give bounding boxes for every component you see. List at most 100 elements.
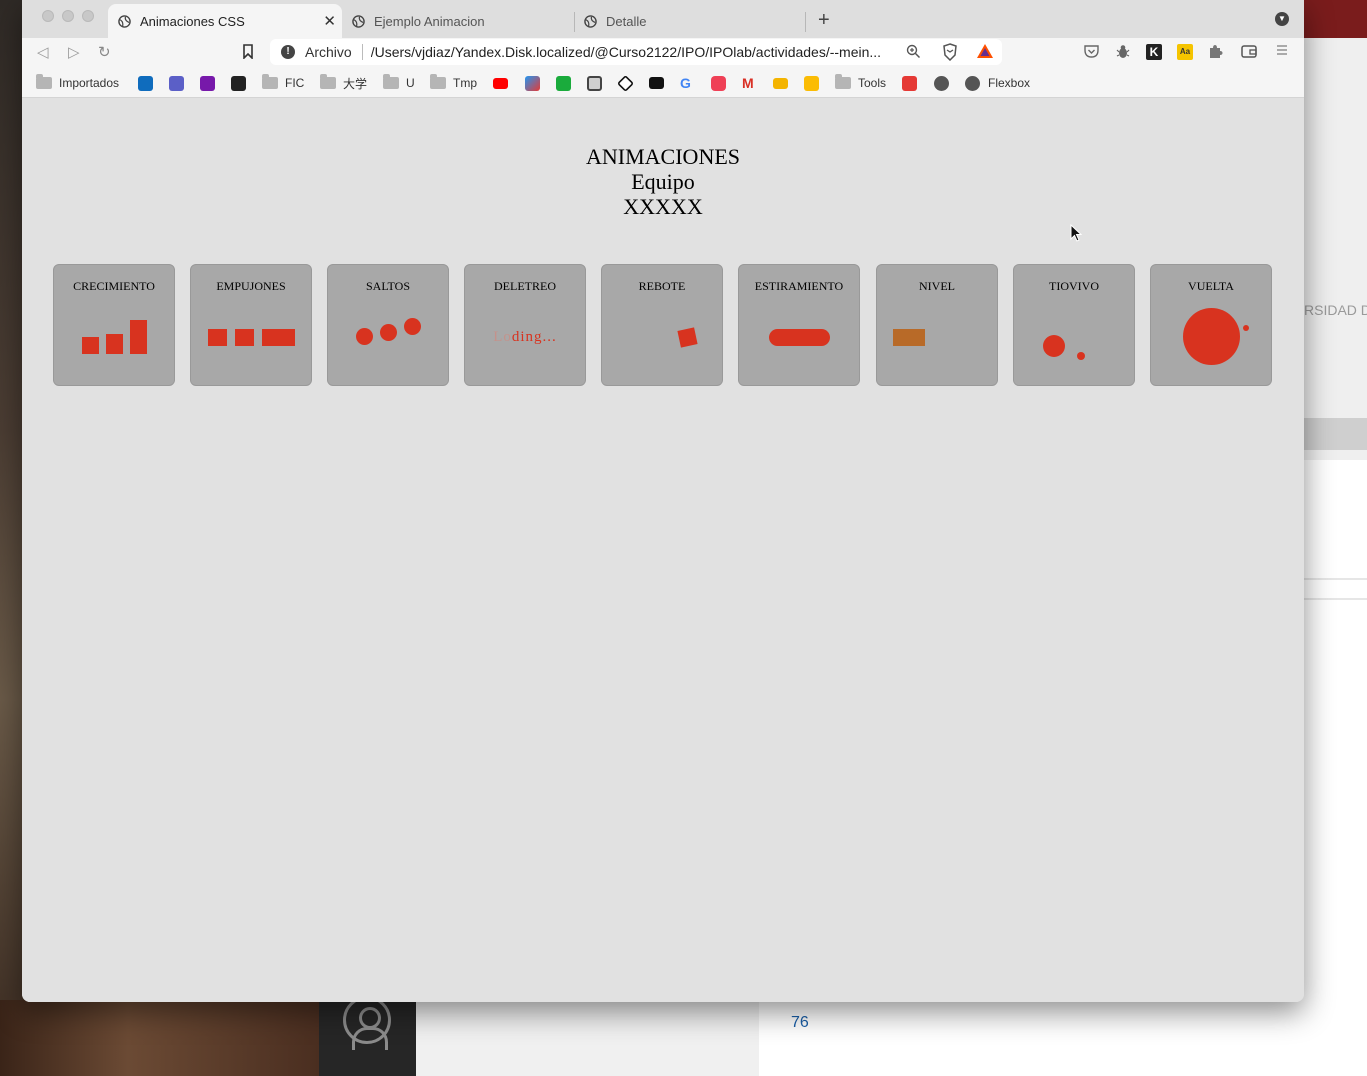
divider — [1304, 578, 1367, 580]
bug-icon[interactable] — [1116, 44, 1130, 59]
brave-shield-icon[interactable] — [942, 43, 958, 61]
title-line: XXXXX — [623, 194, 703, 219]
wallet-icon[interactable] — [1241, 44, 1257, 58]
close-tab-icon[interactable]: ✕ — [323, 12, 336, 30]
dictionary-extension-icon[interactable]: Aa — [1177, 44, 1193, 60]
card-label: VUELTA — [1188, 279, 1234, 293]
folder-icon — [835, 74, 851, 89]
bookmark-folder-u[interactable]: U — [383, 74, 415, 91]
url-text[interactable]: /Users/vjdiaz/Yandex.Disk.localized/@Cur… — [371, 44, 895, 60]
bookmark-site[interactable] — [649, 75, 664, 91]
title-line: Equipo — [631, 169, 695, 194]
pocket-icon — [711, 75, 726, 91]
bookmark-folder-tools[interactable]: Tools — [835, 74, 887, 91]
bookmark-folder-daxue[interactable]: 大学 — [320, 74, 367, 91]
bookmark-label: FIC — [285, 76, 305, 90]
bookmark-site[interactable] — [525, 75, 540, 91]
orbit-moon — [1243, 325, 1249, 331]
jump-ball — [356, 328, 373, 345]
loading-text: Loding... — [465, 329, 585, 346]
card-label: SALTOS — [365, 279, 411, 293]
folder-icon — [320, 74, 336, 89]
card-label: ESTIRAMIENTO — [754, 279, 844, 293]
card-label: CRECIMIENTO — [73, 279, 155, 293]
bookmark-google[interactable]: G — [680, 75, 691, 91]
tab-list-icon[interactable]: ▼ — [1275, 12, 1289, 26]
bookmark-label: Tools — [858, 76, 887, 90]
bookmark-label: Flexbox — [988, 76, 1031, 90]
app-icon — [525, 75, 540, 91]
bookmark-codepen[interactable] — [617, 74, 634, 92]
bookmark-folder-importados[interactable]: Importados — [36, 74, 119, 91]
new-tab-icon[interactable]: + — [818, 9, 830, 32]
page-title: ANIMACIONES Equipo XXXXX — [22, 144, 1304, 219]
background-panel — [416, 1000, 759, 1076]
bookmark-outlook[interactable] — [138, 75, 153, 91]
bookmark-site[interactable] — [587, 75, 602, 91]
bookmark-label: U — [406, 76, 415, 90]
arrow-left-icon[interactable]: ◁ — [37, 43, 49, 61]
app-icon — [902, 75, 917, 91]
minimize-window-button[interactable] — [62, 10, 74, 22]
bookmark-flexbox[interactable]: Flexbox — [965, 75, 1030, 91]
page-content: ANIMACIONES Equipo XXXXX CRECIMIENTO EMP… — [22, 99, 1304, 1002]
tab-detalle[interactable]: Detalle — [574, 4, 806, 38]
card-label: NIVEL — [919, 279, 955, 293]
bookmark-teams[interactable] — [169, 75, 184, 91]
tab-ejemplo-animacion[interactable]: Ejemplo Animacion — [342, 4, 574, 38]
card-vuelta: VUELTA — [1150, 264, 1272, 386]
bookmark-pocket[interactable] — [711, 75, 726, 91]
k-extension-icon[interactable]: K — [1146, 44, 1162, 60]
onenote-icon — [200, 75, 215, 91]
card-crecimiento: CRECIMIENTO — [53, 264, 175, 386]
background-window-top — [1304, 0, 1367, 460]
address-bar[interactable]: ! Archivo /Users/vjdiaz/Yandex.Disk.loca… — [270, 39, 1002, 65]
bookmark-folder-fic[interactable]: FIC — [262, 74, 305, 91]
globe-icon — [934, 75, 949, 91]
tab-animaciones-css[interactable]: Animaciones CSS ✕ — [108, 4, 342, 38]
keep-icon — [804, 75, 819, 91]
bookmark-mail[interactable] — [773, 75, 788, 91]
folder-icon — [383, 74, 399, 89]
bookmark-site[interactable] — [231, 75, 246, 91]
pocket-icon[interactable] — [1084, 44, 1099, 58]
bookmark-folder-tmp[interactable]: Tmp — [430, 74, 477, 91]
menu-icon[interactable] — [1276, 44, 1288, 56]
puzzle-icon[interactable] — [1208, 44, 1223, 59]
title-line: ANIMACIONES — [586, 144, 740, 169]
user-avatar-icon[interactable] — [343, 996, 391, 1050]
bookmark-youtube[interactable] — [493, 75, 508, 91]
desktop-background-bottom — [0, 1000, 320, 1076]
site-info-icon[interactable]: ! — [281, 45, 295, 59]
reload-icon[interactable]: ↻ — [98, 43, 111, 61]
tab-title: Animaciones CSS — [140, 13, 245, 29]
bat-rewards-icon[interactable] — [976, 43, 994, 59]
card-rebote: REBOTE — [601, 264, 723, 386]
card-estiramiento: ESTIRAMIENTO — [738, 264, 860, 386]
bookmark-site[interactable] — [934, 75, 949, 91]
bookmark-gmail[interactable]: M — [742, 75, 754, 91]
folder-icon — [36, 74, 52, 89]
jump-ball — [380, 324, 397, 341]
bookmark-keep[interactable] — [804, 75, 819, 91]
folder-icon — [430, 74, 446, 89]
push-block — [235, 329, 254, 346]
arrow-right-icon[interactable]: ▷ — [68, 43, 80, 61]
line-number[interactable]: 76 — [791, 1014, 809, 1032]
globe-icon — [118, 14, 131, 28]
growth-bar — [106, 334, 123, 354]
bank-icon — [587, 75, 602, 91]
browser-toolbar: ◁ ▷ ↻ ! Archivo /Users/vjdiaz/Yandex.Dis… — [22, 38, 1304, 68]
url-scheme: Archivo — [305, 44, 352, 60]
background-window-text: RSIDAD DE — [1304, 302, 1367, 318]
bookmark-label: Tmp — [453, 76, 477, 90]
browser-window: Animaciones CSS ✕ Ejemplo Animacion Deta… — [22, 0, 1304, 1002]
card-empujones: EMPUJONES — [190, 264, 312, 386]
zoom-icon[interactable] — [906, 44, 921, 59]
maximize-window-button[interactable] — [82, 10, 94, 22]
close-window-button[interactable] — [42, 10, 54, 22]
bookmark-icon[interactable] — [242, 44, 254, 59]
bookmark-onenote[interactable] — [200, 75, 215, 91]
bookmark-site[interactable] — [556, 75, 571, 91]
bookmark-site[interactable] — [902, 75, 917, 91]
